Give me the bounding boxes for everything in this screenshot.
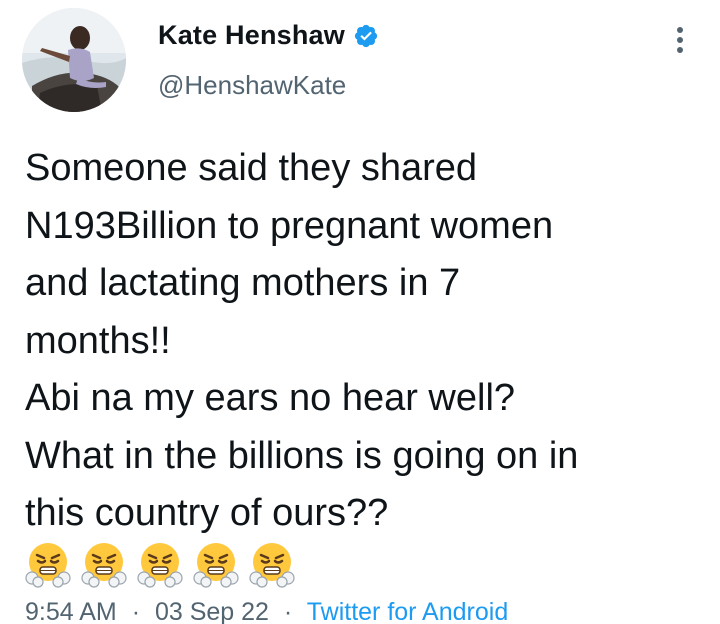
author-name-row[interactable]: Kate Henshaw bbox=[158, 20, 379, 51]
tweet-text-line: this country of ours?? bbox=[25, 492, 389, 534]
author-handle[interactable]: @HenshawKate bbox=[158, 70, 346, 101]
tweet-text-line: months!! bbox=[25, 319, 171, 362]
tweet-source-link[interactable]: Twitter for Android bbox=[307, 598, 508, 624]
profile-photo-icon bbox=[22, 8, 126, 112]
verified-badge-icon bbox=[353, 23, 379, 49]
tweet-text-line: Abi na my ears no hear well? bbox=[25, 377, 516, 419]
face-with-steam-icon bbox=[25, 543, 71, 588]
tweet-text: Someone said they shared N193Billion to … bbox=[25, 140, 695, 543]
more-options-icon[interactable] bbox=[670, 24, 690, 56]
face-with-steam-icon bbox=[193, 543, 239, 588]
tweet-date[interactable]: 03 Sep 22 bbox=[155, 598, 269, 624]
author-display-name[interactable]: Kate Henshaw bbox=[158, 20, 345, 51]
avatar[interactable] bbox=[22, 8, 126, 112]
meta-separator: · bbox=[131, 598, 141, 624]
tweet-meta: 9:54 AM · 03 Sep 22 · Twitter for Androi… bbox=[25, 598, 508, 624]
tweet-text-line: What in the billions is going on in bbox=[25, 434, 579, 477]
face-with-steam-icon bbox=[249, 543, 295, 588]
emoji-row bbox=[24, 540, 296, 588]
face-with-steam-icon bbox=[81, 543, 127, 588]
meta-separator: · bbox=[283, 598, 293, 624]
tweet-time[interactable]: 9:54 AM bbox=[25, 598, 117, 624]
tweet-text-line: Someone said they shared bbox=[25, 147, 478, 189]
face-with-steam-icon bbox=[137, 543, 183, 588]
tweet-text-line: and lactating mothers in 7 bbox=[25, 262, 461, 304]
tweet-card: Kate Henshaw @HenshawKate Someone said t… bbox=[0, 0, 720, 624]
tweet-text-line: N193Billion to pregnant women bbox=[25, 204, 554, 247]
